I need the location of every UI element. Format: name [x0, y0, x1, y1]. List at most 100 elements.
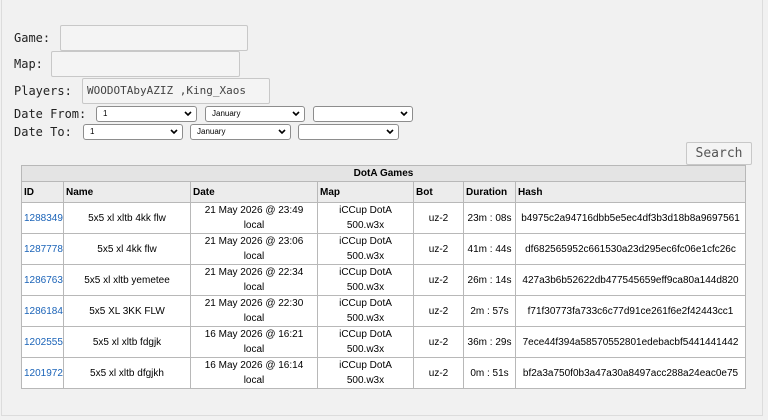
- game-id-link[interactable]: 1202555: [24, 337, 63, 348]
- bot-cell: uz-2: [413, 202, 464, 234]
- hash-cell: bf2a3a750f0b3a47a30a8497acc288a24eac0e75: [514, 357, 747, 389]
- date-from-day-value: 1: [103, 109, 108, 118]
- game-id-link[interactable]: 1288349: [24, 213, 63, 224]
- map-file: 500.w3x: [346, 375, 385, 386]
- map-input[interactable]: [51, 51, 240, 77]
- map-cell: iCCup DotA 500.w3x: [317, 202, 414, 234]
- duration-cell: 23m : 08s: [463, 202, 516, 234]
- date-timezone: local: [243, 220, 265, 231]
- column-header-hash: Hash: [514, 181, 747, 203]
- date-text: 16 May 2026 @ 16:21: [204, 329, 304, 340]
- map-file: 500.w3x: [346, 251, 385, 262]
- table-row: 1286184 5x5 XL 3KK FLW 21 May 2026 @ 22:…: [21, 295, 747, 327]
- map-cell: iCCup DotA 500.w3x: [317, 295, 414, 327]
- date-cell: 16 May 2026 @ 16:21 local: [190, 326, 318, 358]
- bot-cell: uz-2: [413, 326, 464, 358]
- name-cell: 5x5 xl xltb fdgjk: [63, 326, 191, 358]
- game-id-link[interactable]: 1201972: [24, 368, 63, 379]
- column-header-map: Map: [317, 181, 414, 203]
- date-text: 21 May 2026 @ 22:30: [204, 298, 304, 309]
- date-cell: 21 May 2026 @ 22:34 local: [190, 264, 318, 296]
- date-text: 21 May 2026 @ 23:49: [204, 205, 304, 216]
- map-text: iCCup DotA: [339, 298, 392, 309]
- date-timezone: local: [243, 375, 265, 386]
- date-timezone: local: [243, 313, 265, 324]
- date-timezone: local: [243, 344, 265, 355]
- map-text: iCCup DotA: [339, 236, 392, 247]
- id-cell: 1286763: [21, 264, 64, 296]
- table-row: 1286763 5x5 xl xltb yemetee 21 May 2026 …: [21, 264, 747, 296]
- date-cell: 21 May 2026 @ 23:06 local: [190, 233, 318, 265]
- game-id-link[interactable]: 1286184: [24, 306, 63, 317]
- map-cell: iCCup DotA 500.w3x: [317, 233, 414, 265]
- hash-cell: 7ece44f394a58570552801edebacbf5441441442: [514, 326, 747, 358]
- map-file: 500.w3x: [346, 220, 385, 231]
- map-text: iCCup DotA: [339, 329, 392, 340]
- map-label: Map:: [14, 57, 43, 71]
- hash-cell: f71f30773fa733c6c77d91ce261f6e2f42443cc1: [514, 295, 747, 327]
- date-from-year-select[interactable]: [313, 106, 413, 122]
- date-to-month-select[interactable]: January: [190, 124, 291, 140]
- games-table: DotA Games ID Name Date Map Bot Duration…: [20, 165, 747, 389]
- date-cell: 21 May 2026 @ 22:30 local: [190, 295, 318, 327]
- duration-cell: 26m : 14s: [463, 264, 516, 296]
- column-header-id: ID: [21, 181, 64, 203]
- hash-cell: b4975c2a94716dbb5e5ec4df3b3d18b8a9697561: [514, 202, 747, 234]
- date-from-label: Date From:: [14, 107, 87, 121]
- table-row: 1202555 5x5 xl xltb fdgjk 16 May 2026 @ …: [21, 326, 747, 358]
- bot-cell: uz-2: [413, 357, 464, 389]
- duration-cell: 0m : 51s: [463, 357, 516, 389]
- chevron-down-icon: [400, 111, 408, 117]
- table-caption: DotA Games: [20, 165, 747, 182]
- column-header-duration: Duration: [463, 181, 516, 203]
- date-cell: 21 May 2026 @ 23:49 local: [190, 202, 318, 234]
- date-to-label: Date To:: [14, 125, 72, 139]
- bot-cell: uz-2: [413, 264, 464, 296]
- hash-cell: 427a3b6b52622db477545659eff9ca80a144d820: [514, 264, 747, 296]
- id-cell: 1202555: [21, 326, 64, 358]
- chevron-down-icon: [184, 111, 192, 117]
- column-header-bot: Bot: [413, 181, 464, 203]
- game-id-link[interactable]: 1286763: [24, 275, 63, 286]
- date-to-year-select[interactable]: [298, 124, 399, 140]
- chevron-down-icon: [292, 111, 300, 117]
- date-to-month-value: January: [197, 127, 226, 136]
- date-text: 16 May 2026 @ 16:14: [204, 360, 304, 371]
- map-file: 500.w3x: [346, 344, 385, 355]
- column-header-date: Date: [190, 181, 318, 203]
- map-file: 500.w3x: [346, 313, 385, 324]
- map-cell: iCCup DotA 500.w3x: [317, 357, 414, 389]
- date-to-day-value: 1: [90, 127, 95, 136]
- map-cell: iCCup DotA 500.w3x: [317, 264, 414, 296]
- date-timezone: local: [243, 282, 265, 293]
- name-cell: 5x5 xl xltb yemetee: [63, 264, 191, 296]
- id-cell: 1287778: [21, 233, 64, 265]
- duration-cell: 41m : 44s: [463, 233, 516, 265]
- game-input[interactable]: [60, 25, 248, 51]
- map-text: iCCup DotA: [339, 267, 392, 278]
- bot-cell: uz-2: [413, 295, 464, 327]
- table-row: 1288349 5x5 xl xltb 4kk flw 21 May 2026 …: [21, 202, 747, 234]
- column-header-name: Name: [63, 181, 191, 203]
- id-cell: 1288349: [21, 202, 64, 234]
- id-cell: 1286184: [21, 295, 64, 327]
- name-cell: 5x5 xl 4kk flw: [63, 233, 191, 265]
- date-to-day-select[interactable]: 1: [83, 124, 183, 140]
- players-input[interactable]: WOODOTAbyAZIZ ,King_Xaos: [82, 78, 270, 104]
- name-cell: 5x5 xl xltb 4kk flw: [63, 202, 191, 234]
- map-cell: iCCup DotA 500.w3x: [317, 326, 414, 358]
- hash-cell: df682565952c661530a23d295ec6fc06e1cfc26c: [514, 233, 747, 265]
- name-cell: 5x5 XL 3KK FLW: [63, 295, 191, 327]
- table-row: 1287778 5x5 xl 4kk flw 21 May 2026 @ 23:…: [21, 233, 747, 265]
- duration-cell: 2m : 57s: [463, 295, 516, 327]
- date-text: 21 May 2026 @ 22:34: [204, 267, 304, 278]
- date-timezone: local: [243, 251, 265, 262]
- game-id-link[interactable]: 1287778: [24, 244, 63, 255]
- players-label: Players:: [14, 84, 72, 98]
- date-from-month-value: January: [212, 109, 241, 118]
- date-cell: 16 May 2026 @ 16:14 local: [190, 357, 318, 389]
- date-from-day-select[interactable]: 1: [96, 106, 197, 122]
- search-button[interactable]: Search: [686, 142, 752, 165]
- date-from-month-select[interactable]: January: [205, 106, 305, 122]
- id-cell: 1201972: [21, 357, 64, 389]
